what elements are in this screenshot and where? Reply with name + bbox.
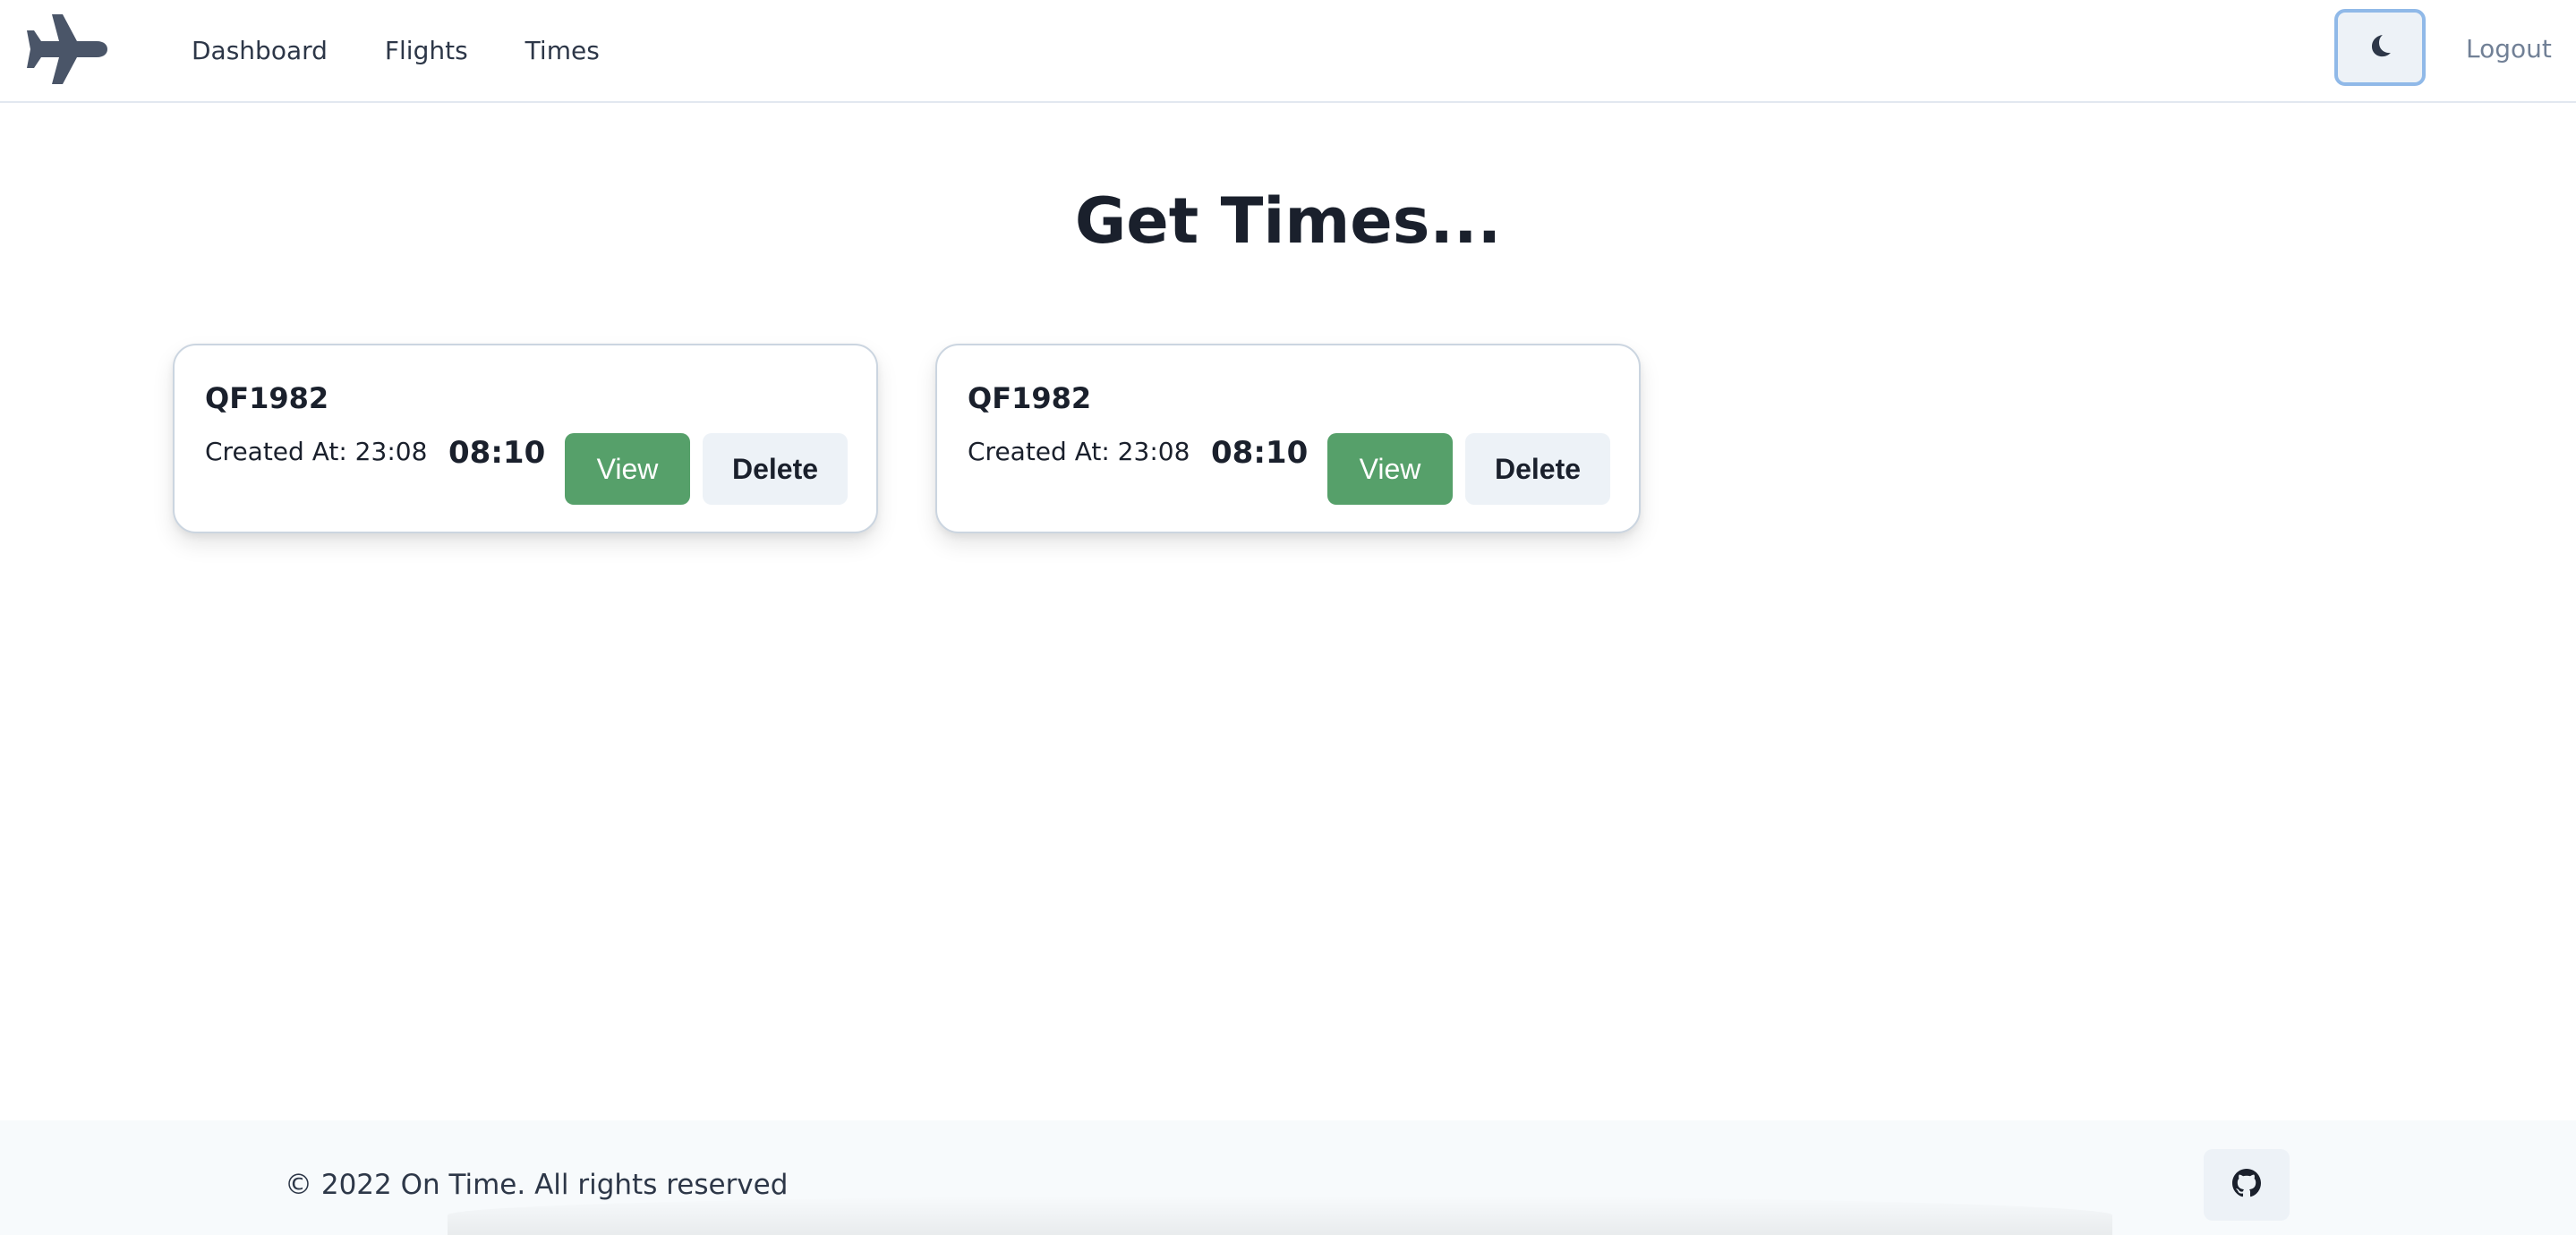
time-value: 08:10 — [1211, 435, 1309, 471]
view-button[interactable]: View — [565, 433, 690, 505]
nav-link-times[interactable]: Times — [525, 36, 600, 65]
github-icon — [2232, 1169, 2261, 1201]
created-at-text: Created At: 23:08 — [205, 437, 428, 466]
view-button[interactable]: View — [1327, 433, 1453, 505]
time-card: QF1982 Created At: 23:08 08:10 View Dele… — [935, 344, 1641, 533]
time-value: 08:10 — [448, 435, 546, 471]
flight-number: QF1982 — [205, 381, 329, 415]
main-nav: Dashboard Flights Times — [192, 0, 600, 100]
footer-shadow — [448, 1196, 2112, 1235]
nav-link-dashboard[interactable]: Dashboard — [192, 36, 328, 65]
airplane-icon[interactable] — [25, 13, 107, 86]
nav-link-flights[interactable]: Flights — [385, 36, 468, 65]
delete-button[interactable]: Delete — [1465, 433, 1610, 505]
delete-button[interactable]: Delete — [703, 433, 848, 505]
created-at-text: Created At: 23:08 — [968, 437, 1190, 466]
logout-link[interactable]: Logout — [2466, 34, 2552, 64]
github-button[interactable] — [2204, 1149, 2290, 1221]
theme-toggle-button[interactable] — [2334, 9, 2426, 86]
time-card: QF1982 Created At: 23:08 08:10 View Dele… — [173, 344, 878, 533]
top-navbar: Dashboard Flights Times Logout — [0, 0, 2576, 103]
moon-icon — [2367, 32, 2393, 63]
page-title: Get Times... — [1074, 184, 1502, 258]
flight-number: QF1982 — [968, 381, 1092, 415]
copyright-text: © 2022 On Time. All rights reserved — [285, 1169, 789, 1201]
